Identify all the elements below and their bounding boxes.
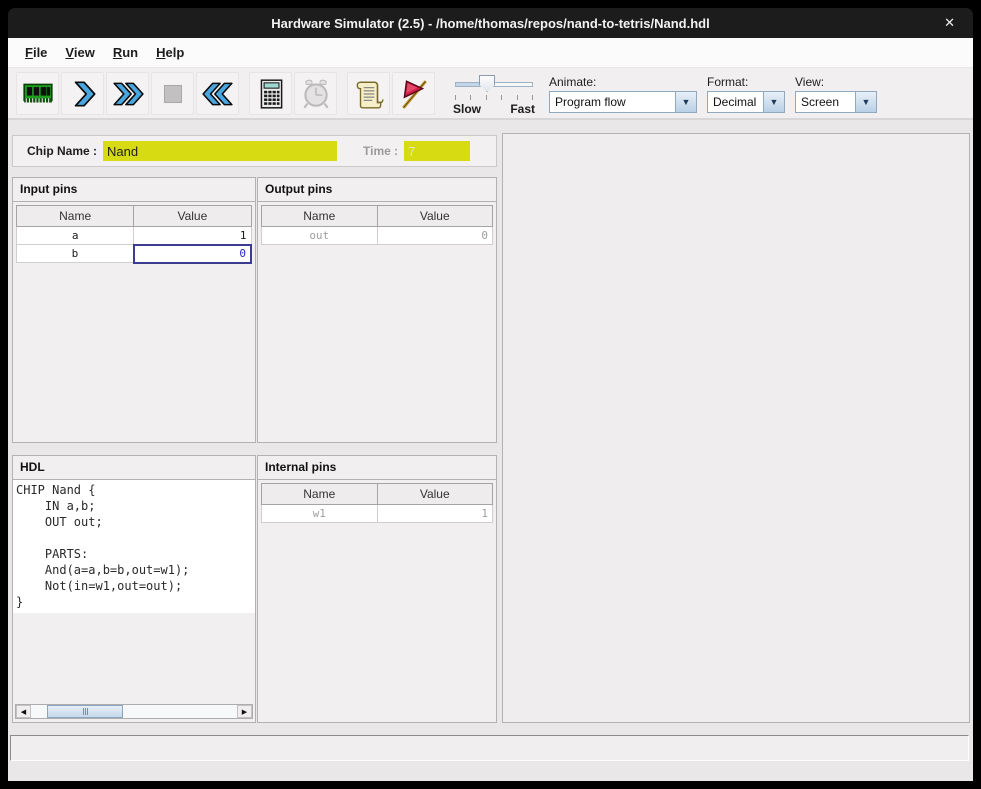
eval-flag-icon [397,77,431,111]
hdl-title: HDL [13,456,255,480]
chip-name-bar: Chip Name : Time : [12,135,497,167]
format-select[interactable]: Decimal ▼ [707,91,785,113]
hdl-horizontal-scrollbar[interactable]: ◀ ▶ [15,704,253,719]
animate-value: Program flow [549,91,675,113]
column-header-name: Name [17,206,134,227]
title-bar: Hardware Simulator (2.5) - /home/thomas/… [8,8,973,38]
animate-select[interactable]: Program flow ▼ [549,91,697,113]
hdl-panel: HDL CHIP Nand { IN a,b; OUT out; PARTS: … [12,455,256,723]
internal-pins-title: Internal pins [258,456,496,480]
column-header-name: Name [262,206,378,227]
view-select[interactable]: Screen ▼ [795,91,877,113]
menu-help[interactable]: Help [147,42,193,63]
input-pins-table: Name Value a 1 b 0 [16,205,252,264]
view-hdl-button[interactable] [347,72,390,115]
slider-fast-label: Fast [510,102,535,116]
close-icon[interactable]: ✕ [944,8,955,38]
run-icon [110,77,146,111]
input-pins-title: Input pins [13,178,255,202]
single-step-icon [66,77,100,111]
window-title: Hardware Simulator (2.5) - /home/thomas/… [271,16,709,31]
output-pins-panel: Output pins Name Value out 0 [257,177,497,443]
calculator-icon [254,77,288,111]
clock-button[interactable] [294,72,337,115]
script-icon [352,77,386,111]
stop-button[interactable] [151,72,194,115]
column-header-value: Value [377,484,493,505]
table-row: a 1 [17,227,252,245]
stop-icon [156,77,190,111]
table-row: out 0 [262,227,493,245]
pin-name: b [17,245,134,263]
pin-name: a [17,227,134,245]
hdl-code: CHIP Nand { IN a,b; OUT out; PARTS: And(… [13,480,255,613]
pin-value-selected[interactable]: 0 [134,245,251,263]
column-header-value: Value [377,206,493,227]
chevron-down-icon[interactable]: ▼ [675,91,697,113]
slider-thumb[interactable] [479,75,495,92]
pin-name: w1 [262,505,378,523]
menu-file[interactable]: File [16,42,56,63]
time-label: Time : [363,144,398,158]
reset-button[interactable] [196,72,239,115]
eval-button[interactable] [392,72,435,115]
scroll-left-icon[interactable]: ◀ [16,705,31,718]
view-group: View: Screen ▼ [795,75,877,113]
main-content: Chip Name : Time : Input pins Name Value… [8,120,973,781]
scroll-right-icon[interactable]: ▶ [237,705,252,718]
scrollbar-track[interactable] [31,705,237,718]
pin-value: 1 [377,505,493,523]
column-header-value: Value [134,206,251,227]
table-row: w1 1 [262,505,493,523]
output-pins-table: Name Value out 0 [261,205,493,245]
chevron-down-icon[interactable]: ▼ [855,91,877,113]
internal-pins-panel: Internal pins Name Value w1 1 [257,455,497,723]
rewind-icon [200,77,236,111]
calculator-button[interactable] [249,72,292,115]
chip-name-label: Chip Name : [27,144,97,158]
single-step-button[interactable] [61,72,104,115]
speed-slider: Slow Fast [453,74,535,118]
table-row: b 0 [17,245,252,263]
slider-slow-label: Slow [453,102,481,116]
menu-bar: File View Run Help [8,38,973,68]
scrollbar-thumb[interactable] [47,705,123,718]
pin-value[interactable]: 1 [134,227,251,245]
chevron-down-icon[interactable]: ▼ [763,91,785,113]
time-input [404,141,470,161]
clock-icon [299,77,333,111]
view-value: Screen [795,91,855,113]
slider-ticks [455,95,533,100]
load-chip-button[interactable] [16,72,59,115]
chip-icon [21,77,55,111]
toolbar: Slow Fast Animate: Program flow ▼ Format… [8,68,973,120]
status-bar [10,735,969,761]
pin-value: 0 [377,227,493,245]
screen-view-panel [502,133,970,723]
view-label: View: [795,75,877,89]
menu-run[interactable]: Run [104,42,147,63]
pin-name: out [262,227,378,245]
internal-pins-table: Name Value w1 1 [261,483,493,523]
animate-label: Animate: [549,75,697,89]
run-button[interactable] [106,72,149,115]
column-header-name: Name [262,484,378,505]
output-pins-title: Output pins [258,178,496,202]
format-label: Format: [707,75,785,89]
menu-view[interactable]: View [56,42,103,63]
format-value: Decimal [707,91,763,113]
chip-name-input[interactable] [103,141,337,161]
animate-group: Animate: Program flow ▼ [549,75,697,113]
format-group: Format: Decimal ▼ [707,75,785,113]
input-pins-panel: Input pins Name Value a 1 b 0 [12,177,256,443]
